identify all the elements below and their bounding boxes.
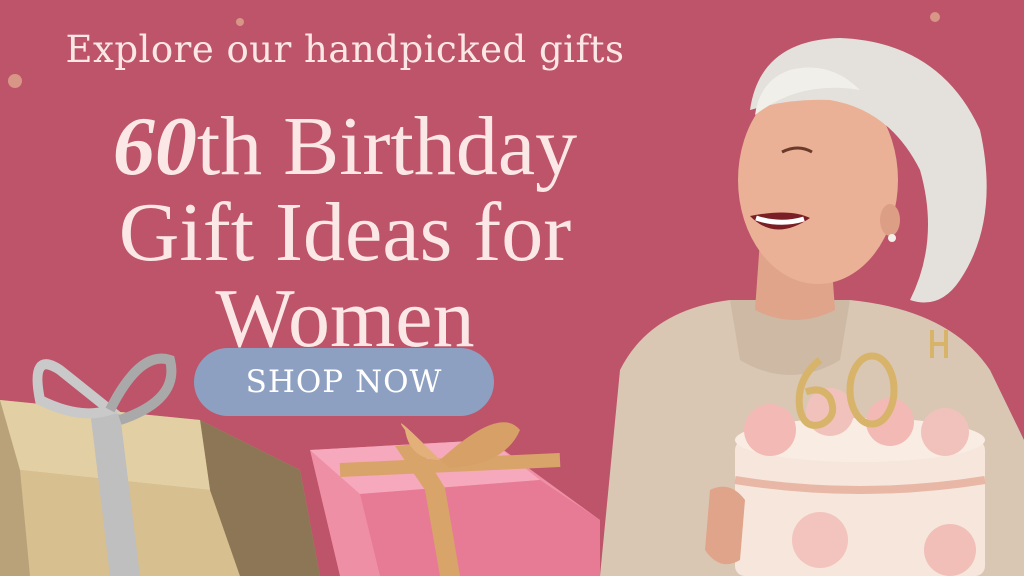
headline-line-1-text: th Birthday	[196, 100, 578, 193]
shop-now-button[interactable]: SHOP NOW	[194, 348, 494, 416]
tagline: Explore our handpicked gifts	[65, 28, 625, 71]
headline-number: 60	[112, 100, 197, 193]
hero-banner: Explore our handpicked gifts 60th Birthd…	[0, 0, 1024, 576]
sparkle-dot	[8, 74, 22, 88]
pink-gift-box-image	[310, 422, 600, 576]
headline: 60th Birthday Gift Ideas for Women	[0, 104, 690, 362]
headline-line-1: 60th Birthday	[0, 104, 690, 190]
sparkle-dot	[236, 18, 244, 26]
headline-line-2: Gift Ideas for	[118, 186, 572, 279]
